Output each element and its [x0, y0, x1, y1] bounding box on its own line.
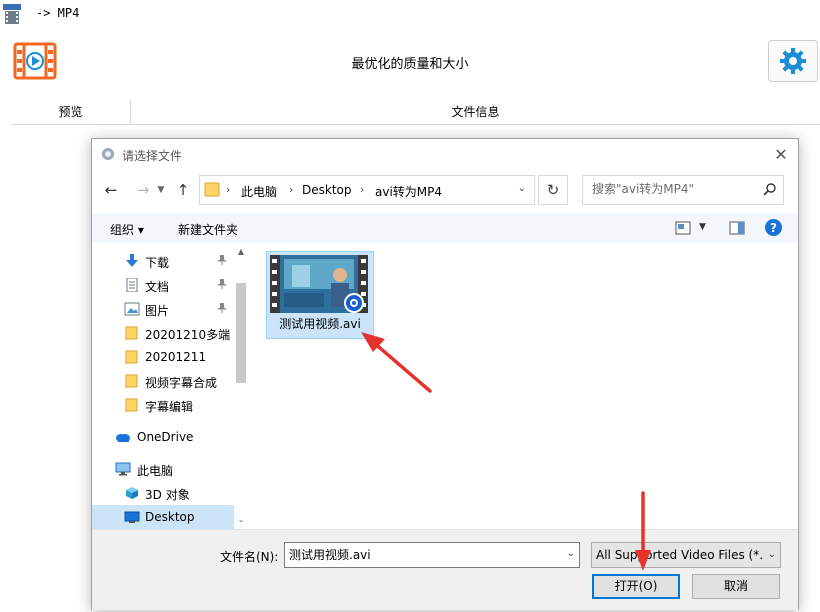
sidebar-item-this-pc[interactable]: 此电脑 [92, 457, 234, 481]
chevron-down-icon: ▼ [157, 185, 165, 195]
address-bar[interactable]: › 此电脑 › Desktop › avi转为MP4 ⌄ [199, 175, 535, 205]
file-item[interactable]: 测试用视频.avi [266, 251, 374, 339]
cancel-button[interactable]: 取消 [692, 574, 780, 599]
header-title: 最优化的质量和大小 [351, 57, 469, 72]
desktop-icon [124, 511, 140, 523]
sidebar-item-3d-objects[interactable]: 3D 对象 [92, 481, 234, 505]
breadcrumb-current-folder[interactable]: avi转为MP4 [375, 183, 442, 200]
open-button[interactable]: 打开(O) [592, 574, 680, 599]
gear-icon [780, 48, 806, 74]
search-box[interactable] [582, 175, 784, 205]
file-list-area: 测试用视频.avi [252, 243, 798, 529]
refresh-icon: ↻ [546, 181, 560, 199]
column-header-preview[interactable]: 预览 [11, 100, 131, 125]
sidebar-item-pictures[interactable]: 图片 [92, 297, 234, 321]
app-film-icon [3, 4, 21, 24]
folder-icon [204, 182, 220, 197]
chevron-down-icon[interactable]: ▼ [699, 222, 706, 232]
sidebar-item-label: 3D 对象 [145, 488, 190, 502]
recent-locations-button[interactable]: ▼ [154, 179, 168, 201]
view-options-icon[interactable] [675, 221, 691, 235]
sidebar-item-label: 图片 [145, 304, 170, 318]
pin-icon[interactable] [216, 278, 228, 290]
video-thumbnail-icon [270, 255, 368, 313]
settings-button[interactable] [768, 40, 818, 82]
chevron-down-icon[interactable]: ⌄ [567, 548, 575, 559]
navigation-scrollbar[interactable]: ▲ ⌄ [234, 247, 248, 529]
refresh-button[interactable]: ↻ [538, 175, 568, 205]
back-button[interactable]: ← [100, 179, 122, 201]
forward-button[interactable]: → [132, 179, 154, 201]
folder-icon [125, 374, 138, 388]
sidebar-item-label: Desktop [145, 510, 195, 524]
sidebar-item-label: 此电脑 [137, 464, 174, 478]
sidebar-item-downloads[interactable]: 下载 [92, 249, 234, 273]
folder-icon [125, 350, 138, 364]
sidebar-item-folder-20201211[interactable]: 20201211 [92, 345, 234, 369]
arrow-up-icon: ↑ [176, 181, 190, 199]
arrow-right-icon: → [136, 181, 150, 199]
sidebar-item-label: 20201210多端 [145, 328, 231, 342]
chevron-down-icon[interactable]: ⌄ [234, 515, 248, 529]
breadcrumb-this-pc[interactable]: 此电脑 [241, 183, 277, 200]
sidebar-item-desktop[interactable]: Desktop [92, 505, 234, 529]
sidebar-item-label: OneDrive [137, 430, 194, 444]
chevron-down-icon[interactable]: ⌄ [518, 183, 526, 194]
new-folder-button[interactable]: 新建文件夹 [178, 221, 238, 238]
app-title: -> MP4 [36, 6, 80, 20]
cloud-icon [116, 434, 130, 442]
chevron-up-icon[interactable]: ▲ [234, 247, 248, 261]
filetype-select[interactable]: All Supported Video Files (*. ⌄ [591, 542, 781, 568]
sidebar-item-folder-20201210[interactable]: 20201210多端 [92, 321, 234, 345]
cube-3d-icon [126, 487, 138, 499]
breadcrumb-separator-icon: › [226, 183, 231, 196]
dialog-footer: 文件名(N): ⌄ All Supported Video Files (*. … [92, 529, 798, 610]
filename-label: 文件名(N): [220, 550, 279, 564]
sidebar-item-label: 下载 [145, 256, 170, 270]
arrow-left-icon: ← [104, 181, 118, 199]
monitor-icon [115, 462, 131, 476]
sidebar-item-label: 20201211 [145, 350, 207, 364]
navigation-pane: 下载 文档 图片 20201210多端 20201211 视频字幕合成 字幕编辑… [92, 243, 250, 529]
breadcrumb-desktop[interactable]: Desktop [302, 183, 352, 197]
folder-icon [125, 398, 138, 412]
sidebar-item-label: 字幕编辑 [145, 400, 194, 414]
column-header-file-info[interactable]: 文件信息 [131, 100, 820, 125]
organize-menu[interactable]: 组织 ▾ [110, 221, 144, 238]
sidebar-item-folder-subtitle-edit[interactable]: 字幕编辑 [92, 393, 234, 417]
close-icon: ✕ [774, 144, 788, 164]
filename-combobox[interactable]: ⌄ [284, 542, 580, 568]
close-button[interactable]: ✕ [772, 144, 790, 164]
sidebar-item-folder-subtitle-merge[interactable]: 视频字幕合成 [92, 369, 234, 393]
dialog-titlebar[interactable]: 请选择文件 ✕ [92, 139, 798, 169]
document-icon [126, 278, 138, 292]
preview-pane-icon[interactable] [729, 221, 745, 235]
file-name: 测试用视频.avi [279, 317, 361, 331]
up-button[interactable]: ↑ [172, 179, 194, 201]
help-icon: ? [770, 220, 777, 235]
filetype-value: All Supported Video Files (*. [596, 548, 762, 562]
download-arrow-icon [126, 254, 138, 267]
breadcrumb-separator-icon: › [360, 183, 365, 196]
dialog-app-icon [102, 148, 114, 160]
sidebar-item-onedrive[interactable]: OneDrive [92, 425, 234, 449]
help-button[interactable]: ? [765, 219, 782, 236]
breadcrumb-separator-icon: › [289, 183, 294, 196]
filename-input[interactable] [285, 543, 559, 565]
pin-icon[interactable] [216, 254, 228, 266]
scrollbar-thumb[interactable] [236, 283, 246, 383]
sidebar-item-label: 视频字幕合成 [145, 376, 218, 390]
search-input[interactable] [583, 176, 762, 202]
picture-icon [124, 302, 140, 316]
file-open-dialog: 请选择文件 ✕ ← → ▼ ↑ › 此电脑 › Desktop › avi转为M… [91, 138, 799, 610]
chevron-down-icon[interactable]: ⌄ [768, 549, 776, 560]
sidebar-item-documents[interactable]: 文档 [92, 273, 234, 297]
dialog-toolbar: 组织 ▾ 新建文件夹 ▼ ? [92, 213, 798, 243]
folder-icon [125, 326, 138, 340]
dialog-title: 请选择文件 [122, 149, 183, 163]
search-icon [763, 183, 776, 196]
sidebar-item-label: 文档 [145, 280, 170, 294]
app-titlebar: -> MP4 [0, 0, 820, 28]
pin-icon[interactable] [216, 302, 228, 314]
